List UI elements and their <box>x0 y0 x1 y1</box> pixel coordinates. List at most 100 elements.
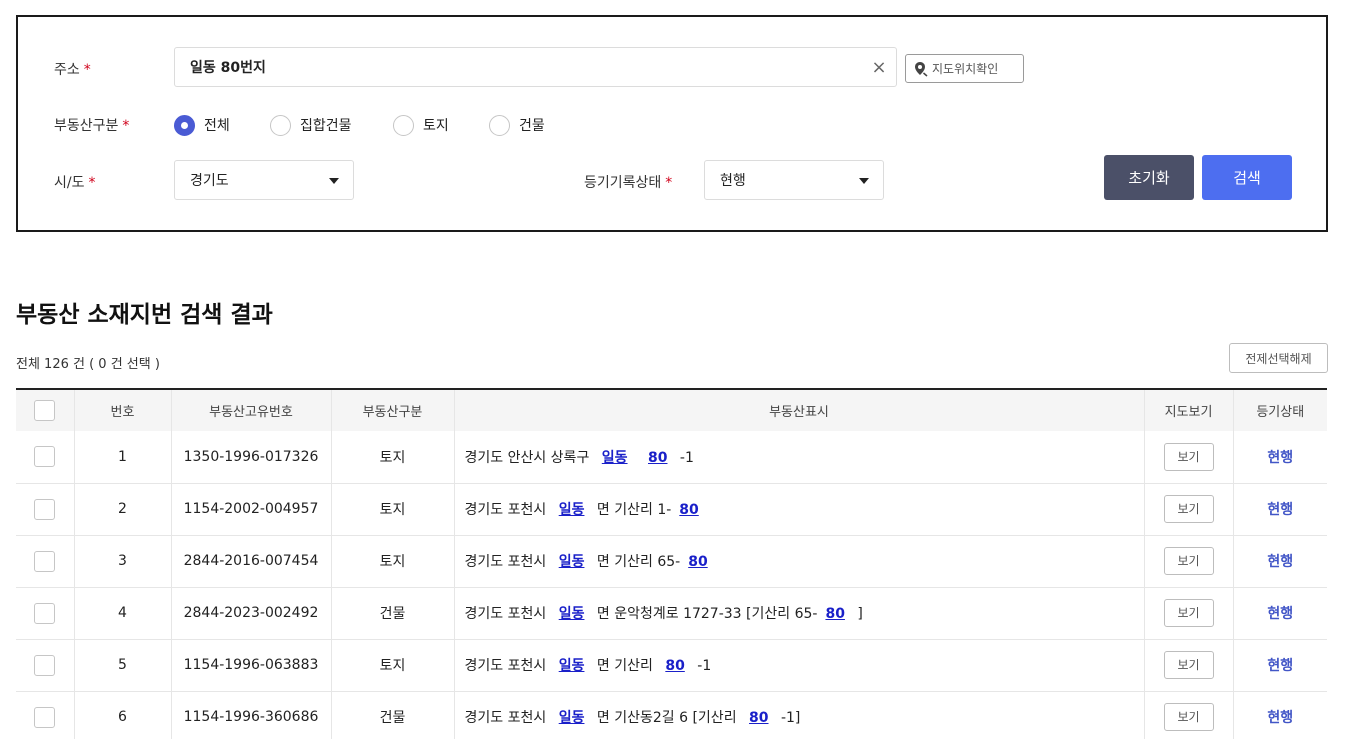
map-view-button[interactable]: 보기 <box>1163 495 1214 523</box>
address-link[interactable]: 80 <box>825 606 844 622</box>
address-text: -1 <box>692 658 712 674</box>
property-type: 토지 <box>331 639 455 691</box>
map-pin-search-icon <box>915 61 928 77</box>
table-row: 1 1350-1996-017326 토지 경기도 안산시 상록구 일동 80 -1 보… <box>16 431 1327 483</box>
row-checkbox[interactable] <box>34 498 56 520</box>
results-count: 전체 126 건 ( 0 건 선택 ) <box>16 357 160 372</box>
column-header: 부동산고유번호 <box>171 389 332 431</box>
address-link[interactable]: 80 <box>665 658 684 674</box>
property-id: 1154-1996-360686 <box>171 691 332 739</box>
address-link[interactable]: 일동 <box>559 554 585 570</box>
row-checkbox[interactable] <box>34 706 56 728</box>
row-number: 6 <box>74 691 172 739</box>
province-label: 시/도 * <box>54 172 95 192</box>
table-row: 4 2844-2023-002492 건물 경기도 포천시 일동 면 운악청계로 17… <box>16 587 1327 639</box>
clear-icon[interactable]: × <box>868 57 890 79</box>
map-view-button[interactable]: 보기 <box>1163 703 1214 731</box>
address-link[interactable]: 일동 <box>602 450 628 466</box>
property-id: 2844-2016-007454 <box>171 535 332 587</box>
property-type: 건물 <box>331 691 455 739</box>
address-link[interactable]: 일동 <box>559 658 585 674</box>
property-type-radio-group: 전체 집합건물 토지 건물 <box>174 113 585 137</box>
property-description: 경기도 안산시 상록구 일동 80 -1 <box>454 431 1145 483</box>
address-link[interactable]: 일동 <box>559 710 585 726</box>
map-view-cell: 보기 <box>1144 691 1234 739</box>
address-link[interactable]: 80 <box>688 554 707 570</box>
radio-land[interactable]: 토지 <box>393 114 489 136</box>
caret-down-icon <box>329 178 339 184</box>
address-text: 면 기산리 <box>592 658 658 674</box>
row-number: 2 <box>74 483 172 535</box>
province-select[interactable]: 경기도 <box>174 160 354 200</box>
row-checkbox-cell <box>16 535 75 587</box>
address-text: 면 운악청계로 1727-33 [기산리 65- <box>592 606 818 622</box>
property-description: 경기도 포천시 일동 면 운악청계로 1727-33 [기산리 65- 80 ] <box>454 587 1145 639</box>
property-type-label-text: 부동산구분 <box>54 118 119 134</box>
address-link[interactable]: 80 <box>679 502 698 518</box>
registry-status-select[interactable]: 현행 <box>704 160 884 200</box>
address-link[interactable]: 일동 <box>559 606 585 622</box>
registry-status: 현행 <box>1233 483 1327 535</box>
deselect-all-button[interactable]: 전제선택해제 <box>1229 343 1328 373</box>
status-text[interactable]: 현행 <box>1267 658 1293 674</box>
results-table: 번호 부동산고유번호 부동산구분 부동산표시 지도보기 등기상태 1 1350-1… <box>16 388 1327 739</box>
map-view-button[interactable]: 보기 <box>1163 547 1214 575</box>
address-link[interactable]: 80 <box>749 710 768 726</box>
required-mark: * <box>83 62 91 78</box>
radio-all[interactable]: 전체 <box>174 114 270 136</box>
column-header: 부동산구분 <box>331 389 455 431</box>
row-checkbox[interactable] <box>34 550 56 572</box>
registry-status-select-value: 현행 <box>720 173 746 189</box>
map-view-button[interactable]: 보기 <box>1163 442 1214 471</box>
results-table-body: 1 1350-1996-017326 토지 경기도 안산시 상록구 일동 80 -1 보… <box>16 431 1327 739</box>
status-text[interactable]: 현행 <box>1267 502 1293 518</box>
property-type: 건물 <box>331 587 455 639</box>
required-mark: * <box>88 175 96 191</box>
address-label: 주소 * <box>54 59 91 79</box>
column-header: 번호 <box>74 389 172 431</box>
status-text[interactable]: 현행 <box>1267 554 1293 570</box>
property-id: 1350-1996-017326 <box>171 431 332 483</box>
address-link[interactable]: 80 <box>648 450 667 466</box>
search-button[interactable]: 검색 <box>1202 155 1292 200</box>
status-text[interactable]: 현행 <box>1267 710 1293 726</box>
map-location-button[interactable]: 지도위치확인 <box>905 54 1024 83</box>
row-checkbox-cell <box>16 639 75 691</box>
address-text: 경기도 안산시 상록구 <box>464 449 594 466</box>
map-view-cell: 보기 <box>1144 587 1234 639</box>
address-text: 경기도 포천시 <box>464 606 551 622</box>
registry-status: 현행 <box>1233 587 1327 639</box>
address-link[interactable]: 일동 <box>559 502 585 518</box>
select-all-checkbox[interactable] <box>34 400 56 421</box>
required-mark: * <box>665 175 673 191</box>
radio-label: 토지 <box>423 118 449 134</box>
address-text: 경기도 포천시 <box>464 710 551 726</box>
map-view-button[interactable]: 보기 <box>1163 651 1214 679</box>
row-checkbox-cell <box>16 431 75 483</box>
address-input[interactable] <box>174 47 897 87</box>
map-view-button[interactable]: 보기 <box>1163 599 1214 627</box>
radio-label: 건물 <box>519 118 545 134</box>
radio-unchecked-icon <box>270 114 291 136</box>
map-view-cell: 보기 <box>1144 535 1234 587</box>
row-number: 5 <box>74 639 172 691</box>
address-text: 경기도 포천시 <box>464 554 551 570</box>
status-text[interactable]: 현행 <box>1267 450 1293 466</box>
property-description: 경기도 포천시 일동 면 기산리 65- 80 <box>454 535 1145 587</box>
row-checkbox[interactable] <box>34 446 56 468</box>
status-text[interactable]: 현행 <box>1267 606 1293 622</box>
radio-building[interactable]: 건물 <box>489 114 585 136</box>
row-number: 4 <box>74 587 172 639</box>
reset-button[interactable]: 초기화 <box>1104 155 1194 200</box>
property-description: 경기도 포천시 일동 면 기산동2길 6 [기산리 80 -1] <box>454 691 1145 739</box>
radio-aggregate-building[interactable]: 집합건물 <box>270 114 393 136</box>
column-header: 부동산표시 <box>454 389 1145 431</box>
table-row: 6 1154-1996-360686 건물 경기도 포천시 일동 면 기산동2길 6 … <box>16 691 1327 739</box>
row-number: 3 <box>74 535 172 587</box>
table-row: 5 1154-1996-063883 토지 경기도 포천시 일동 면 기산리 80 -… <box>16 639 1327 691</box>
row-checkbox[interactable] <box>34 602 56 624</box>
row-checkbox[interactable] <box>34 654 56 676</box>
map-view-cell: 보기 <box>1144 639 1234 691</box>
property-id: 2844-2023-002492 <box>171 587 332 639</box>
registry-status-label: 등기기록상태 * <box>584 172 672 192</box>
